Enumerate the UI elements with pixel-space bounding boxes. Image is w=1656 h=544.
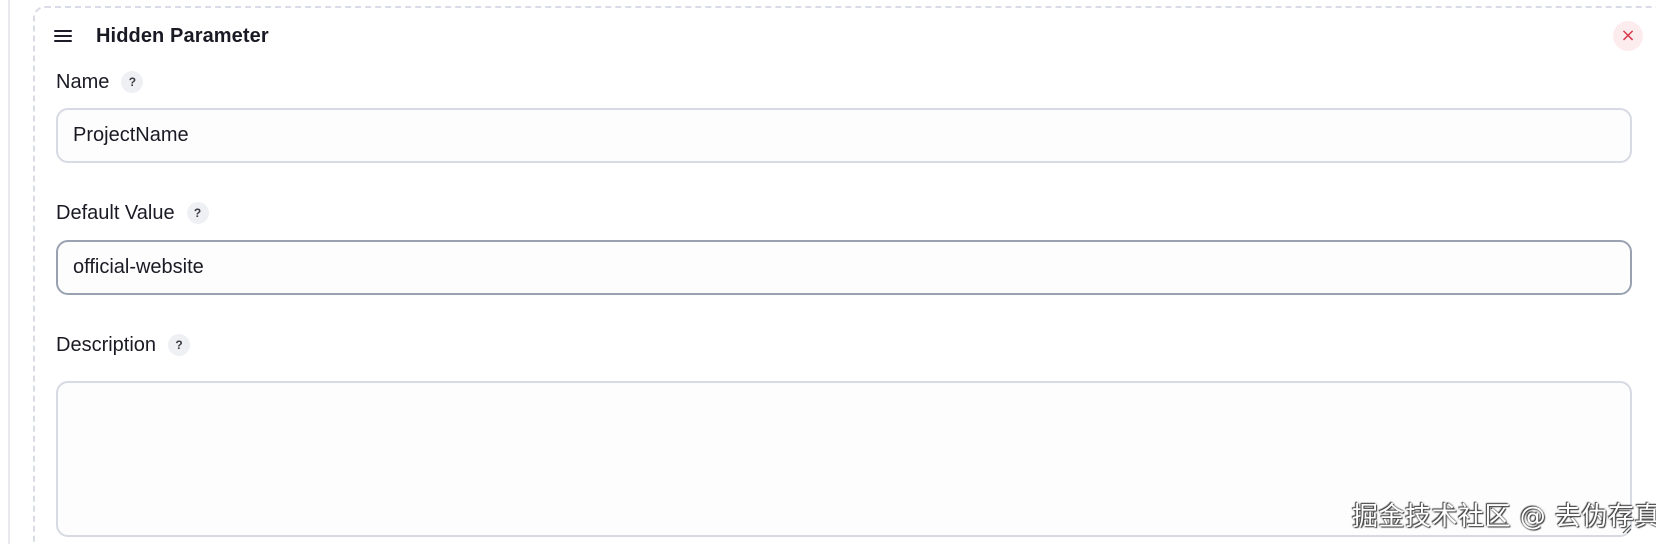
description-label-row: Description ? — [56, 331, 191, 359]
card-title: Hidden Parameter — [96, 24, 269, 47]
name-label: Name — [56, 70, 110, 93]
description-label: Description — [56, 333, 157, 356]
default-value-help-icon[interactable]: ? — [186, 202, 209, 224]
description-help-icon[interactable]: ? — [168, 334, 191, 356]
name-input[interactable] — [56, 108, 1632, 163]
default-value-input[interactable] — [56, 240, 1632, 295]
default-value-label: Default Value — [56, 201, 175, 224]
name-label-row: Name ? — [56, 68, 144, 96]
card-header: Hidden Parameter — [54, 21, 269, 51]
close-button[interactable]: × — [1613, 21, 1643, 51]
left-rail — [8, 0, 10, 544]
drag-handle-icon[interactable] — [54, 26, 74, 46]
default-value-label-row: Default Value ? — [56, 199, 209, 227]
page: Hidden Parameter × Name ? Default Value … — [0, 0, 1656, 544]
watermark: 掘金技术社区 @ 去伪存真 — [1352, 502, 1656, 532]
name-help-icon[interactable]: ? — [121, 71, 144, 93]
